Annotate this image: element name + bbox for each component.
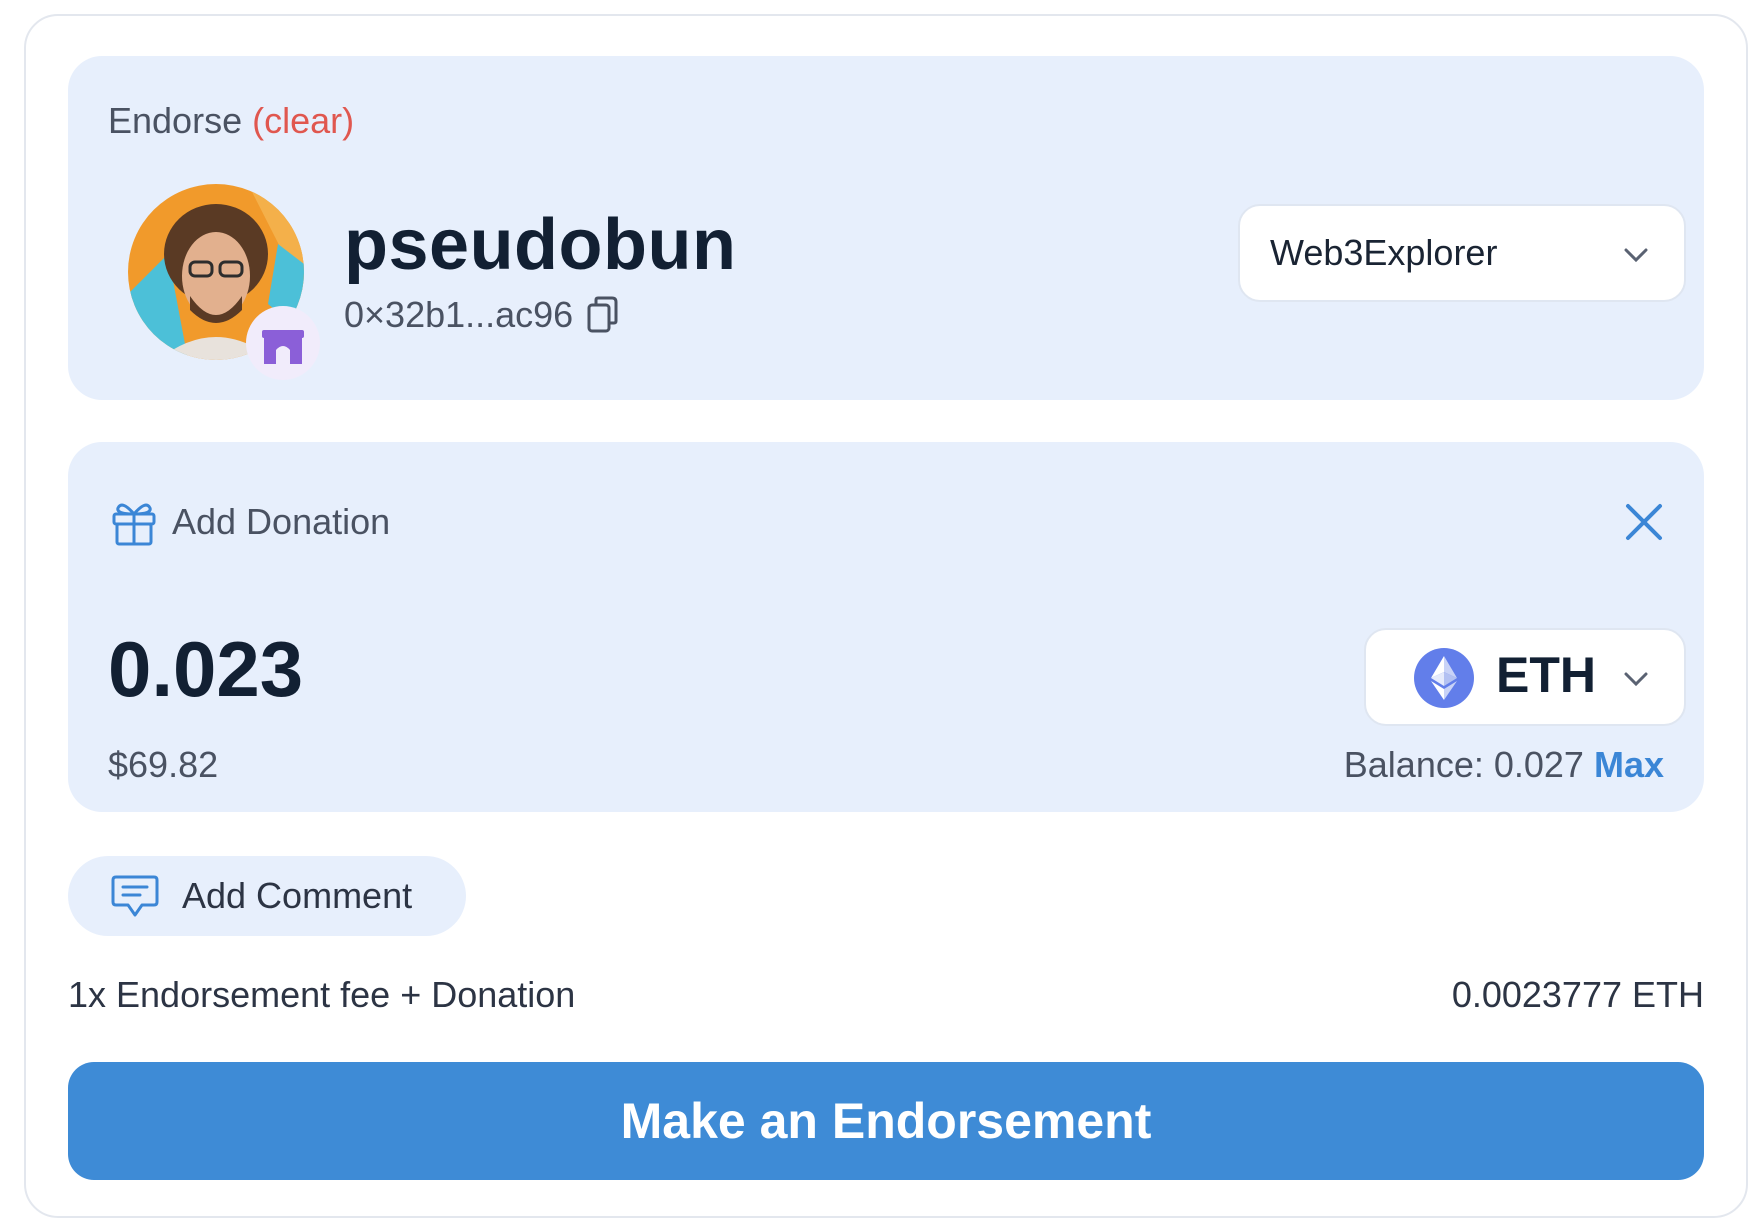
fee-label: 1x Endorsement fee + Donation xyxy=(68,974,576,1015)
donation-amount-input[interactable]: 0.023 xyxy=(108,624,303,715)
endorsement-card: Endorse (clear) pseudobun 0×32b1...ac96 … xyxy=(24,14,1748,1218)
fee-value: 0.0023777 ETH xyxy=(1451,974,1704,1015)
profile-select[interactable]: Web3Explorer xyxy=(1238,204,1686,302)
add-comment-label: Add Comment xyxy=(182,875,413,916)
eth-icon xyxy=(1414,648,1474,708)
add-comment-button[interactable]: Add Comment xyxy=(68,856,466,936)
endorse-panel: Endorse (clear) pseudobun 0×32b1...ac96 … xyxy=(68,56,1704,400)
balance-text: Balance: 0.027 xyxy=(1343,744,1584,785)
usd-value: $69.82 xyxy=(108,744,219,785)
comment-icon xyxy=(111,875,159,917)
address-text: 0×32b1...ac96 xyxy=(344,294,574,335)
profile-select-value: Web3Explorer xyxy=(1270,232,1498,273)
clear-link[interactable]: (clear) xyxy=(252,100,354,141)
make-endorsement-button[interactable]: Make an Endorsement xyxy=(68,1062,1704,1180)
chevron-down-icon xyxy=(1624,248,1648,263)
max-button[interactable]: Max xyxy=(1594,744,1664,785)
username: pseudobun xyxy=(344,205,737,285)
token-label: ETH xyxy=(1496,647,1596,703)
gift-icon xyxy=(112,503,156,546)
balance: Balance: 0.027 Max xyxy=(1344,744,1664,786)
donation-panel: Add Donation 0.023 $69.82 ETH Balance: 0 xyxy=(68,442,1704,812)
copy-icon[interactable] xyxy=(585,295,621,335)
close-icon[interactable] xyxy=(1624,502,1664,542)
donation-title: Add Donation xyxy=(172,501,391,542)
wallet-address: 0×32b1...ac96 xyxy=(344,294,621,336)
endorse-heading: Endorse (clear) xyxy=(108,100,354,142)
donation-heading: Add Donation xyxy=(108,496,390,548)
endorse-label: Endorse xyxy=(108,100,243,141)
token-select[interactable]: ETH xyxy=(1364,628,1686,726)
profile-badge-icon xyxy=(246,306,320,380)
chevron-down-icon xyxy=(1624,672,1648,687)
